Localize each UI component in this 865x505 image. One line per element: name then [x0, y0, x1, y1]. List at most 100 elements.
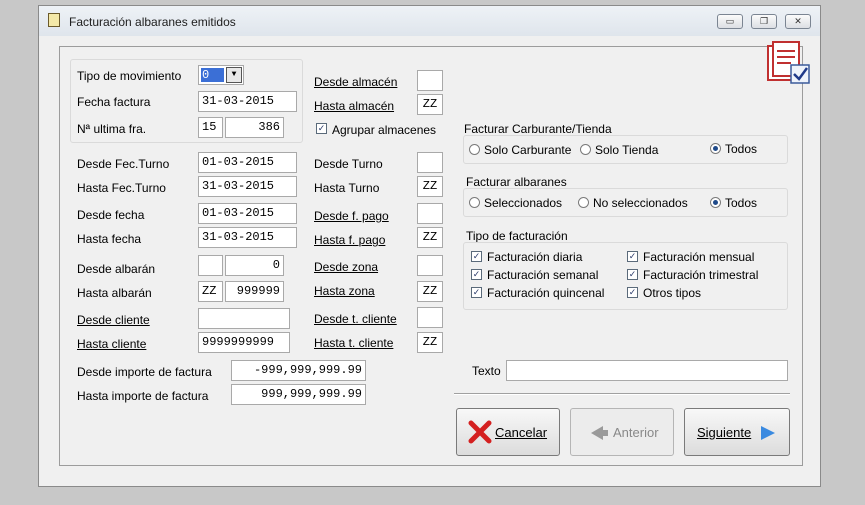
facturacion-trimestral-label: Facturación trimestral: [643, 268, 759, 282]
hasta-almacen-input[interactable]: ZZ: [417, 94, 443, 115]
desde-fec-turno-label: Desde Fec.Turno: [77, 157, 170, 171]
desde-cliente-input[interactable]: [198, 308, 290, 329]
hasta-fec-turno-label: Hasta Fec.Turno: [77, 181, 166, 195]
desde-zona-link[interactable]: Desde zona: [314, 260, 378, 274]
title-bar: Facturación albaranes emitidos ▭ ❐ ✕: [39, 6, 820, 36]
hasta-fecha-input[interactable]: 31-03-2015: [198, 227, 297, 248]
hasta-albaran-label: Hasta albarán: [77, 286, 152, 300]
hasta-cliente-input[interactable]: 9999999999: [198, 332, 290, 353]
otros-tipos-checkbox[interactable]: ✓: [627, 287, 638, 298]
solo-carburante-radio[interactable]: [469, 144, 480, 155]
tipo-movimiento-label: Tipo de movimiento: [77, 69, 182, 83]
facturar-carburante-title: Facturar Carburante/Tienda: [464, 122, 612, 136]
hasta-fec-turno-input[interactable]: 31-03-2015: [198, 176, 297, 197]
hasta-almacen-link[interactable]: Hasta almacén: [314, 99, 394, 113]
siguiente-label: Siguiente: [697, 425, 752, 440]
solo-carburante-label: Solo Carburante: [484, 143, 572, 157]
chevron-down-icon[interactable]: ▼: [226, 67, 242, 83]
todos-albaranes-label: Todos: [725, 196, 758, 210]
ultima-fra-numero-input[interactable]: 386: [225, 117, 284, 138]
seleccionados-label: Seleccionados: [484, 196, 563, 210]
texto-input[interactable]: [506, 360, 788, 381]
no-seleccionados-label: No seleccionados: [593, 196, 688, 210]
desde-turno-label: Desde Turno: [314, 157, 383, 171]
hasta-zona-input[interactable]: ZZ: [417, 281, 443, 302]
fecha-factura-label: Fecha factura: [77, 95, 151, 109]
solo-tienda-label: Solo Tienda: [595, 143, 659, 157]
hasta-cliente-link[interactable]: Hasta cliente: [77, 337, 146, 351]
window-title: Facturación albaranes emitidos: [69, 15, 236, 29]
close-button[interactable]: ✕: [785, 14, 811, 29]
facturacion-quincenal-checkbox[interactable]: ✓: [471, 287, 482, 298]
todos-albaranes-radio[interactable]: [710, 197, 721, 208]
texto-label: Texto: [472, 364, 501, 378]
document-check-icon: [767, 41, 810, 84]
facturacion-trimestral-checkbox[interactable]: ✓: [627, 269, 638, 280]
hasta-fpago-input[interactable]: ZZ: [417, 227, 443, 248]
ultima-fra-label: Nª ultima fra.: [77, 122, 147, 136]
hasta-importe-label: Hasta importe de factura: [77, 389, 209, 403]
hasta-importe-input[interactable]: 999,999,999.99: [231, 384, 366, 405]
hasta-fpago-link[interactable]: Hasta f. pago: [314, 233, 385, 247]
facturar-albaranes-title: Facturar albaranes: [466, 175, 567, 189]
hasta-fecha-label: Hasta fecha: [77, 232, 142, 246]
fecha-factura-input[interactable]: 31-03-2015: [198, 91, 297, 112]
arrow-left-icon: [591, 426, 608, 440]
desde-fecha-label: Desde fecha: [77, 208, 145, 222]
otros-tipos-label: Otros tipos: [643, 286, 702, 300]
desde-fecha-input[interactable]: 01-03-2015: [198, 203, 297, 224]
app-icon: [48, 13, 60, 27]
desde-albaran-numero-input[interactable]: 0: [225, 255, 284, 276]
hasta-tcliente-input[interactable]: ZZ: [417, 332, 443, 353]
todos-carburante-radio[interactable]: [710, 143, 721, 154]
hasta-turno-input[interactable]: ZZ: [417, 176, 443, 197]
hasta-albaran-numero-input[interactable]: 999999: [225, 281, 284, 302]
desde-turno-input[interactable]: [417, 152, 443, 173]
ultima-fra-serie-input[interactable]: 15: [198, 117, 223, 138]
facturacion-mensual-checkbox[interactable]: ✓: [627, 251, 638, 262]
desde-almacen-link[interactable]: Desde almacén: [314, 75, 397, 89]
agrupar-almacenes-checkbox[interactable]: ✓: [316, 123, 327, 134]
cancelar-label: Cancelar: [495, 425, 548, 440]
hasta-zona-link[interactable]: Hasta zona: [314, 284, 375, 298]
arrow-right-icon: [761, 426, 775, 440]
no-seleccionados-radio[interactable]: [578, 197, 589, 208]
desde-albaran-label: Desde albarán: [77, 262, 156, 276]
facturacion-semanal-checkbox[interactable]: ✓: [471, 269, 482, 280]
hasta-albaran-serie-input[interactable]: ZZ: [198, 281, 223, 302]
facturacion-semanal-label: Facturación semanal: [487, 268, 599, 282]
desde-tcliente-input[interactable]: [417, 307, 443, 328]
agrupar-almacenes-label: Agrupar almacenes: [332, 123, 437, 137]
restore-button[interactable]: ❐: [751, 14, 777, 29]
anterior-label: Anterior: [613, 425, 659, 440]
form-panel: Tipo de movimiento 0 ▼ Fecha factura 31-…: [59, 41, 810, 466]
desde-fpago-link[interactable]: Desde f. pago: [314, 209, 389, 223]
desde-zona-input[interactable]: [417, 255, 443, 276]
desde-cliente-link[interactable]: Desde cliente: [77, 313, 150, 327]
tipo-movimiento-select[interactable]: 0 ▼: [198, 65, 244, 85]
hasta-tcliente-link[interactable]: Hasta t. cliente: [314, 336, 393, 350]
desde-importe-label: Desde importe de factura: [77, 365, 212, 379]
desde-importe-input[interactable]: -999,999,999.99: [231, 360, 366, 381]
facturacion-diaria-checkbox[interactable]: ✓: [471, 251, 482, 262]
siguiente-button[interactable]: Siguiente: [684, 408, 790, 456]
tipo-facturacion-title: Tipo de facturación: [466, 229, 568, 243]
desde-almacen-input[interactable]: [417, 70, 443, 91]
tipo-movimiento-value: 0: [201, 68, 224, 82]
seleccionados-radio[interactable]: [469, 197, 480, 208]
desde-tcliente-link[interactable]: Desde t. cliente: [314, 312, 397, 326]
facturacion-diaria-label: Facturación diaria: [487, 250, 583, 264]
solo-tienda-radio[interactable]: [580, 144, 591, 155]
facturacion-quincenal-label: Facturación quincenal: [487, 286, 605, 300]
cancel-x-icon: [468, 420, 492, 444]
todos-carburante-label: Todos: [725, 142, 758, 156]
desde-fec-turno-input[interactable]: 01-03-2015: [198, 152, 297, 173]
desde-albaran-serie-input[interactable]: [198, 255, 223, 276]
facturacion-mensual-label: Facturación mensual: [643, 250, 755, 264]
minimize-button[interactable]: ▭: [717, 14, 743, 29]
anterior-button[interactable]: Anterior: [570, 408, 674, 456]
hasta-turno-label: Hasta Turno: [314, 181, 380, 195]
desde-fpago-input[interactable]: [417, 203, 443, 224]
divider: [454, 393, 790, 395]
cancelar-button[interactable]: Cancelar: [456, 408, 560, 456]
